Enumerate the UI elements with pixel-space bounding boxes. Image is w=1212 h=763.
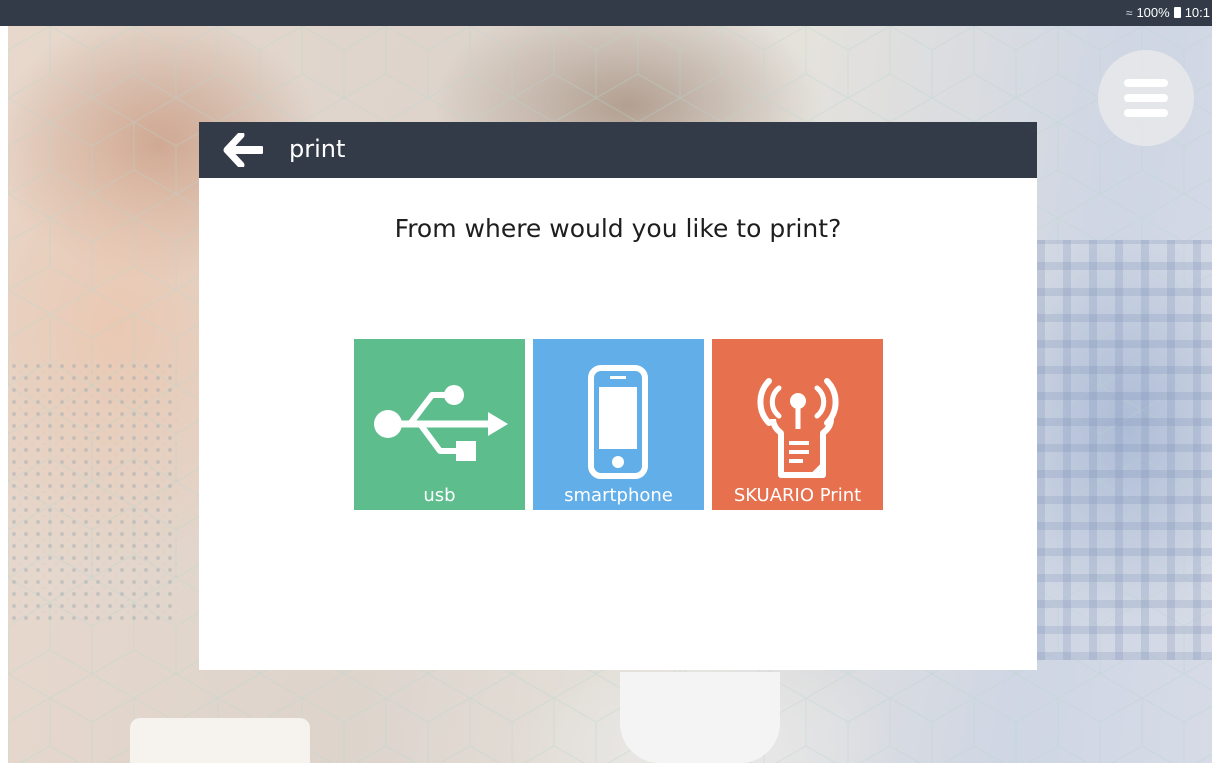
skuario-print-option-label: SKUARIO Print: [733, 485, 862, 506]
screen-edge: [0, 26, 8, 763]
battery-percent: 100%: [1136, 5, 1170, 20]
status-bar: ≈ 100% 10:1: [0, 0, 1212, 26]
clock: 10:1: [1184, 5, 1210, 20]
dialog-header: print: [199, 122, 1037, 178]
usb-option-label: usb: [423, 485, 456, 506]
background-lace: [8, 360, 178, 620]
battery-icon: [1173, 7, 1181, 18]
background-cup: [130, 718, 310, 763]
skuario-print-icon: [757, 378, 839, 478]
smartphone-option-label: smartphone: [564, 485, 673, 506]
print-source-question: From where would you like to print?: [394, 214, 842, 243]
wifi-icon: ≈: [1125, 5, 1133, 20]
back-button[interactable]: [221, 133, 265, 167]
screen: ≈ 100% 10:1 print From where would you l…: [0, 0, 1212, 763]
status-indicators: ≈ 100% 10:1: [1126, 5, 1210, 20]
background-mug: [620, 672, 780, 763]
usb-icon: [374, 385, 508, 461]
hamburger-menu-icon: [1124, 79, 1168, 117]
arrow-left-icon: [223, 133, 263, 167]
skuario-print-option-button[interactable]: SKUARIO Print: [712, 339, 883, 510]
dialog-title: print: [289, 135, 346, 163]
smartphone-option-button[interactable]: smartphone: [533, 339, 704, 510]
menu-button[interactable]: [1098, 50, 1194, 146]
background-plaid: [1037, 240, 1212, 660]
usb-option-button[interactable]: usb: [354, 339, 525, 510]
smartphone-icon: [588, 365, 648, 479]
print-dialog: print From where would you like to print…: [199, 122, 1037, 670]
